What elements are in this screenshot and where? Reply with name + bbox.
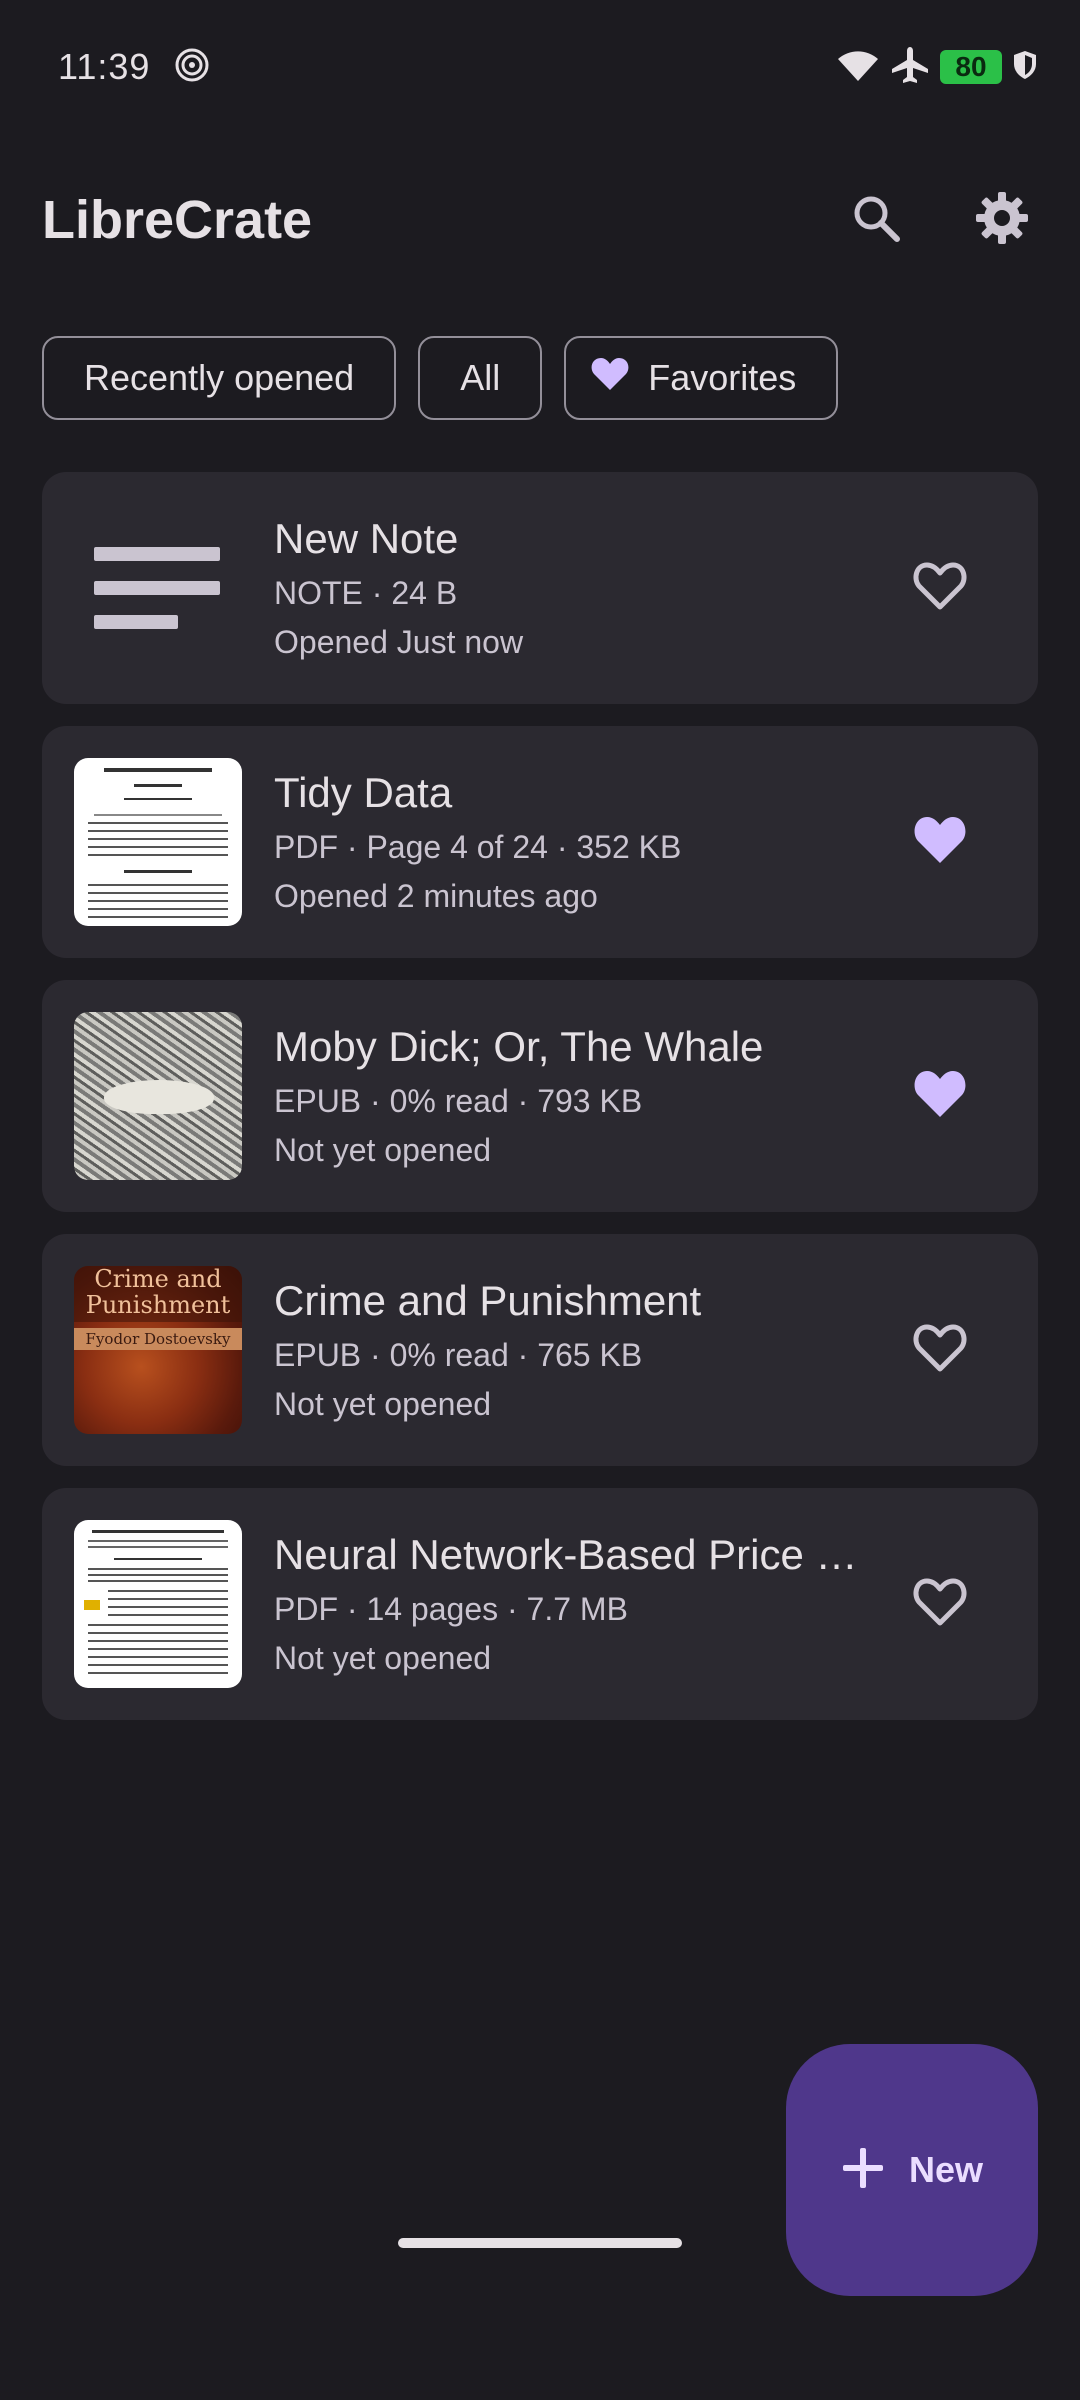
- shield-icon: [1012, 50, 1038, 85]
- cover-title: Crime and Punishment: [74, 1266, 242, 1322]
- item-meta: NOTE · 24 B: [274, 575, 458, 611]
- airplane-icon: [890, 45, 930, 90]
- chip-label: All: [460, 357, 501, 398]
- battery-icon: 80: [940, 50, 1002, 84]
- app-title: LibreCrate: [42, 190, 313, 250]
- item-title: Neural Network-Based Price …: [274, 1531, 858, 1578]
- list-item[interactable]: Crime and Punishment Fyodor Dostoevsky C…: [42, 1234, 1038, 1466]
- item-title: New Note: [274, 515, 459, 562]
- chip-favorites[interactable]: Favorites: [564, 336, 839, 420]
- item-meta: PDF · 14 pages · 7.7 MB: [274, 1591, 628, 1627]
- item-title: Moby Dick; Or, The Whale: [274, 1023, 764, 1070]
- heart-outline-icon: [912, 1322, 968, 1379]
- item-opened: Opened Just now: [274, 624, 524, 660]
- wifi-icon: [836, 47, 880, 88]
- epub-cover: Crime and Punishment Fyodor Dostoevsky: [74, 1266, 242, 1434]
- item-meta: EPUB · 0% read · 765 KB: [274, 1337, 643, 1373]
- list-item[interactable]: New Note NOTE · 24 B Opened Just now: [42, 472, 1038, 704]
- heart-filled-icon: [912, 814, 968, 871]
- document-list: New Note NOTE · 24 B Opened Just now Tid…: [42, 472, 1038, 1720]
- note-icon: [74, 504, 242, 672]
- list-item[interactable]: Moby Dick; Or, The Whale EPUB · 0% read …: [42, 980, 1038, 1212]
- cover-author: Fyodor Dostoevsky: [74, 1328, 242, 1350]
- favorite-button[interactable]: [900, 1310, 980, 1390]
- search-button[interactable]: [840, 184, 912, 256]
- list-item[interactable]: Tidy Data PDF · Page 4 of 24 · 352 KB Op…: [42, 726, 1038, 958]
- chip-recently-opened[interactable]: Recently opened: [42, 336, 397, 420]
- app-bar: LibreCrate: [0, 170, 1080, 270]
- focus-mode-icon: [174, 47, 210, 88]
- item-meta: PDF · Page 4 of 24 · 352 KB: [274, 829, 682, 865]
- favorite-button[interactable]: [900, 1564, 980, 1644]
- item-meta: EPUB · 0% read · 793 KB: [274, 1083, 643, 1119]
- search-icon: [850, 192, 902, 249]
- chip-all[interactable]: All: [418, 336, 543, 420]
- list-item[interactable]: Neural Network-Based Price … PDF · 14 pa…: [42, 1488, 1038, 1720]
- library-screen: 11:39 80 LibreCrate Recently opened All …: [0, 0, 1080, 2400]
- item-opened: Opened 2 minutes ago: [274, 878, 598, 914]
- heart-filled-icon: [912, 1068, 968, 1125]
- settings-button[interactable]: [966, 184, 1038, 256]
- heart-filled-icon: [590, 356, 630, 401]
- new-button[interactable]: New: [786, 2044, 1038, 2296]
- home-indicator[interactable]: [398, 2238, 682, 2248]
- chip-label: Favorites: [648, 357, 797, 398]
- plus-icon: [841, 2146, 885, 2195]
- favorite-button[interactable]: [900, 548, 980, 628]
- favorite-button[interactable]: [900, 802, 980, 882]
- heart-outline-icon: [912, 1576, 968, 1633]
- favorite-button[interactable]: [900, 1056, 980, 1136]
- item-opened: Not yet opened: [274, 1640, 492, 1676]
- item-opened: Not yet opened: [274, 1386, 492, 1422]
- item-title: Tidy Data: [274, 769, 453, 816]
- pdf-thumbnail: [74, 758, 242, 926]
- heart-outline-icon: [912, 560, 968, 617]
- new-button-label: New: [908, 2149, 984, 2190]
- item-title: Crime and Punishment: [274, 1277, 702, 1324]
- item-opened: Not yet opened: [274, 1132, 492, 1168]
- status-time: 11:39: [58, 46, 151, 87]
- epub-cover: [74, 1012, 242, 1180]
- filter-chips: Recently opened All Favorites: [42, 336, 839, 420]
- settings-icon: [974, 190, 1030, 251]
- pdf-thumbnail: [74, 1520, 242, 1688]
- chip-label: Recently opened: [84, 357, 355, 398]
- status-bar: 11:39 80: [0, 0, 1080, 134]
